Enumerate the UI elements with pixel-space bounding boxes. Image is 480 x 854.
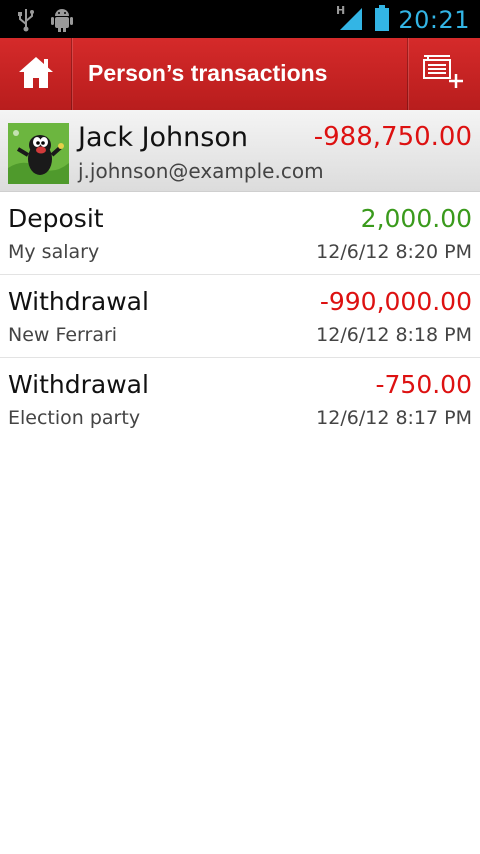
person-email: j.johnson@example.com bbox=[78, 159, 324, 183]
action-bar: Person’s transactions bbox=[0, 38, 480, 110]
person-name: Jack Johnson bbox=[78, 122, 248, 153]
transaction-amount: 2,000.00 bbox=[360, 204, 472, 233]
add-transaction-button[interactable] bbox=[407, 38, 480, 110]
transaction-row[interactable]: Deposit My salary 2,000.00 12/6/12 8:20 … bbox=[0, 192, 480, 275]
transaction-date: 12/6/12 8:17 PM bbox=[316, 407, 472, 429]
android-debug-icon bbox=[50, 6, 74, 36]
person-header[interactable]: Jack Johnson j.johnson@example.com -988,… bbox=[0, 110, 480, 192]
transaction-note: New Ferrari bbox=[8, 324, 118, 346]
transaction-note: Election party bbox=[8, 407, 141, 429]
status-bar: H 20:21 bbox=[0, 0, 480, 38]
transaction-type: Deposit bbox=[8, 204, 104, 233]
network-type-label: H bbox=[336, 4, 345, 17]
transaction-date: 12/6/12 8:20 PM bbox=[316, 241, 472, 263]
page-title: Person’s transactions bbox=[88, 60, 328, 86]
usb-icon bbox=[16, 6, 36, 36]
battery-icon bbox=[374, 4, 390, 36]
transaction-list: Deposit My salary 2,000.00 12/6/12 8:20 … bbox=[0, 192, 480, 441]
avatar bbox=[8, 123, 69, 184]
signal-icon: H bbox=[336, 4, 366, 36]
person-balance: -988,750.00 bbox=[313, 122, 472, 152]
home-icon bbox=[17, 54, 55, 94]
transaction-date: 12/6/12 8:18 PM bbox=[316, 324, 472, 346]
transaction-note: My salary bbox=[8, 241, 100, 263]
transaction-amount: -750.00 bbox=[375, 370, 473, 399]
transaction-amount: -990,000.00 bbox=[319, 287, 472, 316]
home-button[interactable] bbox=[0, 38, 72, 110]
transaction-row[interactable]: Withdrawal New Ferrari -990,000.00 12/6/… bbox=[0, 275, 480, 358]
transaction-row[interactable]: Withdrawal Election party -750.00 12/6/1… bbox=[0, 358, 480, 441]
add-transaction-icon bbox=[422, 54, 466, 94]
status-time: 20:21 bbox=[398, 6, 470, 34]
transaction-type: Withdrawal bbox=[8, 370, 149, 399]
transaction-type: Withdrawal bbox=[8, 287, 149, 316]
